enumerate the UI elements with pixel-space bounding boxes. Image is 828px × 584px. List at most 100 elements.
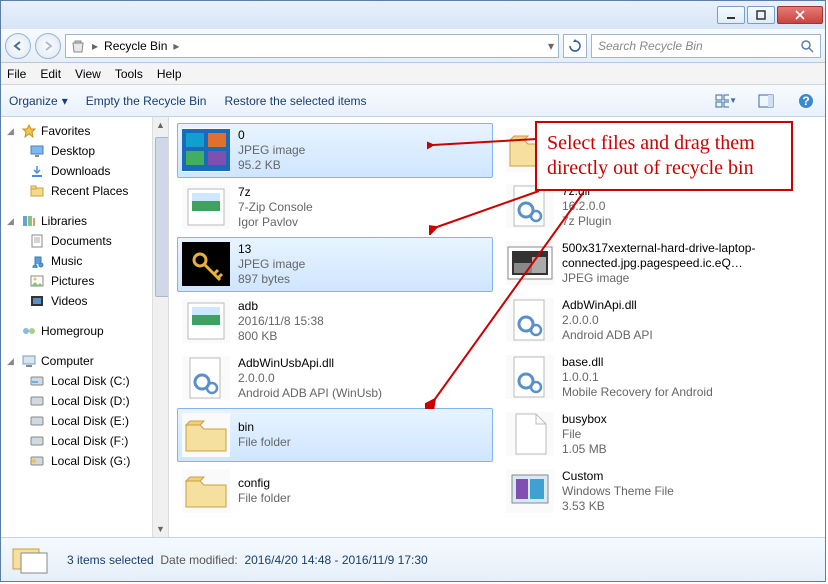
- file-name: 500x317xexternal-hard-drive-laptop-conne…: [562, 241, 812, 271]
- pictures-icon: [29, 273, 45, 289]
- menu-view[interactable]: View: [75, 67, 101, 81]
- star-icon: [21, 123, 37, 139]
- search-input[interactable]: Search Recycle Bin: [591, 34, 821, 58]
- collapse-icon: ◢: [7, 356, 17, 367]
- file-thumb: [506, 298, 554, 342]
- file-name: 13: [238, 242, 305, 257]
- nav-item-recent[interactable]: Recent Places: [1, 181, 168, 201]
- minimize-button[interactable]: [717, 6, 745, 24]
- file-item[interactable]: busyboxFile1.05 MB: [501, 407, 817, 462]
- file-thumb: [182, 299, 230, 343]
- file-item[interactable]: 13JPEG image897 bytes: [177, 237, 493, 292]
- nav-item-desktop[interactable]: Desktop: [1, 141, 168, 161]
- file-line2: 2.0.0.0: [238, 371, 382, 386]
- scroll-up-icon[interactable]: ▲: [153, 117, 168, 133]
- file-item[interactable]: configFile folder: [177, 464, 493, 518]
- nav-item-disk-d[interactable]: Local Disk (D:): [1, 391, 168, 411]
- collapse-icon: ◢: [7, 216, 17, 227]
- file-line3: 95.2 KB: [238, 158, 305, 173]
- nav-item-videos[interactable]: Videos: [1, 291, 168, 311]
- restore-selected-button[interactable]: Restore the selected items: [224, 94, 366, 108]
- nav-item-pictures[interactable]: Pictures: [1, 271, 168, 291]
- nav-item-disk-e[interactable]: Local Disk (E:): [1, 411, 168, 431]
- empty-recycle-bin-button[interactable]: Empty the Recycle Bin: [86, 94, 207, 108]
- file-thumb: [182, 128, 230, 172]
- file-item[interactable]: 7z7-Zip ConsoleIgor Pavlov: [177, 180, 493, 235]
- file-name: Custom: [562, 469, 674, 484]
- nav-item-disk-g[interactable]: Local Disk (G:): [1, 451, 168, 471]
- selection-icon: [11, 542, 53, 578]
- nav-item-downloads[interactable]: Downloads: [1, 161, 168, 181]
- file-item[interactable]: 0JPEG image95.2 KB: [177, 123, 493, 178]
- file-line3: 7z Plugin: [562, 214, 611, 229]
- file-meta: adb2016/11/8 15:38800 KB: [238, 299, 324, 344]
- disk-icon: [29, 413, 45, 429]
- scroll-thumb[interactable]: [155, 137, 169, 297]
- help-button[interactable]: ?: [795, 90, 817, 112]
- refresh-button[interactable]: [563, 34, 587, 58]
- downloads-icon: [29, 163, 45, 179]
- maximize-button[interactable]: [747, 6, 775, 24]
- nav-libraries-head[interactable]: ◢Libraries: [1, 211, 168, 231]
- file-list[interactable]: 0JPEG image95.2 KB7z7-Zip ConsoleIgor Pa…: [169, 117, 825, 537]
- file-line3: 800 KB: [238, 329, 324, 344]
- nav-scrollbar[interactable]: ▲ ▼: [152, 117, 168, 537]
- explorer-window: ▸ Recycle Bin ▸ ▾ Search Recycle Bin Fil…: [0, 0, 826, 582]
- music-icon: [29, 253, 45, 269]
- documents-icon: [29, 233, 45, 249]
- address-dropdown-icon[interactable]: ▾: [548, 39, 554, 53]
- file-line2: JPEG image: [238, 257, 305, 272]
- file-line2: JPEG image: [562, 271, 812, 286]
- menu-edit[interactable]: Edit: [40, 67, 61, 81]
- file-name: base.dll: [562, 355, 713, 370]
- back-button[interactable]: [5, 33, 31, 59]
- status-text: 3 items selected Date modified: 2016/4/2…: [67, 553, 428, 567]
- file-thumb: [506, 355, 554, 399]
- disk-icon: [29, 453, 45, 469]
- nav-item-disk-f[interactable]: Local Disk (F:): [1, 431, 168, 451]
- address-bar[interactable]: ▸ Recycle Bin ▸ ▾: [65, 34, 559, 58]
- file-item[interactable]: 500x317xexternal-hard-drive-laptop-conne…: [501, 236, 817, 291]
- file-meta: 3rdFile folder: [562, 128, 615, 172]
- close-button[interactable]: [777, 6, 823, 24]
- file-item[interactable]: 3rdFile folder: [501, 123, 817, 177]
- status-mod-label: Date modified:: [160, 553, 237, 567]
- file-meta: binFile folder: [238, 413, 291, 457]
- breadcrumb[interactable]: Recycle Bin: [104, 39, 167, 53]
- chevron-down-icon: ▾: [62, 94, 68, 108]
- file-item[interactable]: AdbWinUsbApi.dll2.0.0.0Android ADB API (…: [177, 351, 493, 406]
- organize-button[interactable]: Organize ▾: [9, 94, 68, 108]
- file-name: 7z: [238, 185, 313, 200]
- file-thumb: [182, 242, 230, 286]
- menu-file[interactable]: File: [7, 67, 26, 81]
- file-item[interactable]: CustomWindows Theme File3.53 KB: [501, 464, 817, 519]
- menu-help[interactable]: Help: [157, 67, 182, 81]
- file-item[interactable]: base.dll1.0.0.1Mobile Recovery for Andro…: [501, 350, 817, 405]
- file-line3: Android ADB API: [562, 328, 653, 343]
- menu-tools[interactable]: Tools: [115, 67, 143, 81]
- file-line2: 2016/11/8 15:38: [238, 314, 324, 329]
- file-item[interactable]: 7z.dll16.2.0.07z Plugin: [501, 179, 817, 234]
- disk-icon: [29, 433, 45, 449]
- file-item[interactable]: adb2016/11/8 15:38800 KB: [177, 294, 493, 349]
- preview-pane-button[interactable]: [755, 90, 777, 112]
- nav-favorites-head[interactable]: ◢Favorites: [1, 121, 168, 141]
- file-item[interactable]: binFile folder: [177, 408, 493, 462]
- computer-icon: [21, 353, 37, 369]
- nav-item-disk-c[interactable]: Local Disk (C:): [1, 371, 168, 391]
- file-thumb: [506, 469, 554, 513]
- file-line2: 16.2.0.0: [562, 199, 611, 214]
- disk-icon: [29, 373, 45, 389]
- file-meta: 13JPEG image897 bytes: [238, 242, 305, 287]
- forward-button[interactable]: [35, 33, 61, 59]
- file-item[interactable]: AdbWinApi.dll2.0.0.0Android ADB API: [501, 293, 817, 348]
- status-mod-value: 2016/4/20 14:48 - 2016/11/9 17:30: [244, 553, 427, 567]
- scroll-down-icon[interactable]: ▼: [153, 521, 168, 537]
- nav-item-documents[interactable]: Documents: [1, 231, 168, 251]
- view-options-button[interactable]: ▼: [715, 90, 737, 112]
- desktop-icon: [29, 143, 45, 159]
- file-thumb: [506, 128, 554, 172]
- nav-item-music[interactable]: Music: [1, 251, 168, 271]
- nav-homegroup-head[interactable]: ◢Homegroup: [1, 321, 168, 341]
- nav-computer-head[interactable]: ◢Computer: [1, 351, 168, 371]
